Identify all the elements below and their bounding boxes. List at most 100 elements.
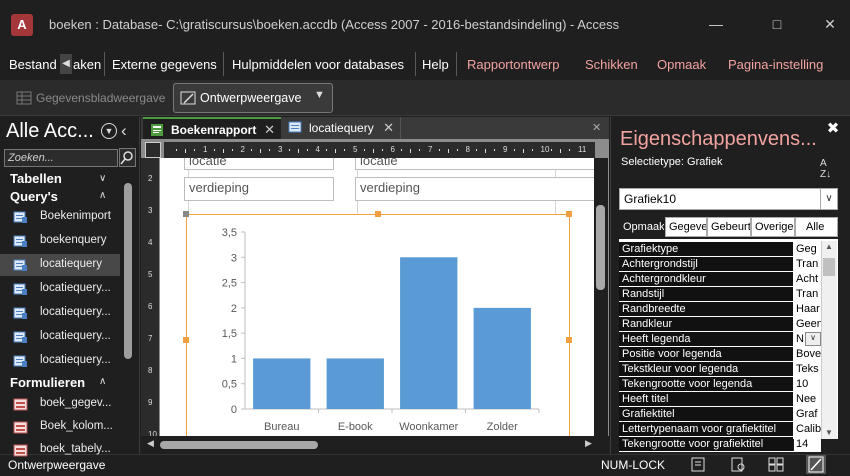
textbox-locatie[interactable]: locatie: [355, 158, 594, 170]
property-row[interactable]: Tekstkleur voor legenda Teks: [619, 362, 821, 377]
resize-handle[interactable]: [566, 337, 572, 343]
property-value[interactable]: Geen: [794, 317, 821, 331]
property-value[interactable]: Haar: [794, 302, 821, 316]
nav-item-query[interactable]: Boekenimport: [0, 206, 120, 228]
tab-rapportontwerp[interactable]: Rapportontwerp: [467, 57, 560, 72]
property-row[interactable]: Heeft titel Nee: [619, 392, 821, 407]
chevron-up-icon[interactable]: ∧: [99, 190, 106, 201]
report-view-icon[interactable]: [690, 457, 706, 472]
nav-pane-title[interactable]: Alle Acc...: [6, 120, 100, 143]
tab-hulpmiddelen[interactable]: Hulpmiddelen voor databases: [232, 57, 404, 72]
datasheet-view-button[interactable]: Gegevensbladweergave: [10, 85, 166, 111]
tab-schikken[interactable]: Schikken: [585, 57, 638, 72]
design-view-button[interactable]: Ontwerpweergave: [173, 83, 333, 113]
prop-tab-opmaak[interactable]: Opmaak: [619, 217, 665, 237]
property-value[interactable]: Teks: [794, 362, 821, 376]
property-value[interactable]: Graf: [794, 407, 821, 421]
property-row[interactable]: Achtergrondstijl Tran: [619, 257, 821, 272]
property-row[interactable]: Tekengrootte voor legenda 10: [619, 377, 821, 392]
nav-item-query[interactable]: locatiequery...: [0, 326, 120, 348]
minimize-icon[interactable]: —: [704, 14, 728, 34]
search-icon[interactable]: [119, 148, 136, 167]
doc-tab-locatiequery[interactable]: locatiequery ✕: [283, 117, 401, 139]
property-value[interactable]: Acht: [794, 272, 821, 286]
property-scroll-thumb[interactable]: [823, 258, 835, 276]
print-preview-icon[interactable]: [730, 457, 746, 472]
nav-item-form[interactable]: Boek_kolom...: [0, 416, 120, 438]
tab-opmaak[interactable]: Opmaak: [657, 57, 706, 72]
nav-item-form[interactable]: boek_gegev...: [0, 393, 120, 415]
nav-item-query[interactable]: locatiequery: [0, 254, 120, 276]
property-value[interactable]: Nee: [794, 392, 821, 406]
property-row[interactable]: Tekengrootte voor grafiektitel 14: [619, 437, 821, 452]
doc-hscroll-thumb[interactable]: [160, 441, 318, 449]
tab-scroll-left-icon[interactable]: ◀: [60, 54, 72, 74]
close-tab-icon[interactable]: ✕: [383, 117, 394, 139]
quick-access-dropdown-icon[interactable]: ▼: [314, 89, 325, 101]
nav-menu-chevron-icon[interactable]: ▼: [101, 123, 117, 139]
chevron-down-icon[interactable]: ∨: [820, 189, 837, 209]
label-locatie[interactable]: locatie: [184, 158, 334, 170]
property-value[interactable]: Calib: [794, 422, 821, 436]
doc-vertical-scrollbar[interactable]: [594, 158, 608, 436]
property-value[interactable]: Tran: [794, 287, 821, 301]
nav-collapse-icon[interactable]: ‹: [121, 121, 127, 141]
label-verdieping[interactable]: verdieping: [184, 177, 334, 201]
scroll-down-icon[interactable]: ▼: [825, 428, 833, 437]
close-window-icon[interactable]: ✕: [818, 14, 842, 34]
close-property-sheet-icon[interactable]: ✖: [825, 121, 841, 137]
prop-tab-gebeurtenis[interactable]: Gebeurt: [707, 217, 751, 237]
scroll-up-icon[interactable]: ▲: [825, 242, 833, 251]
nav-item-query[interactable]: boekenquery: [0, 230, 120, 252]
maximize-icon[interactable]: □: [765, 14, 789, 34]
resize-handle[interactable]: [183, 337, 189, 343]
tab-maken[interactable]: aken: [73, 57, 101, 72]
tab-pagina-instelling[interactable]: Pagina-instelling: [728, 57, 823, 72]
chart-grafiek10[interactable]: 0 0,5 1 1,5 2 2,5 3 3,5 Bureau E-book Woonkamer Zol…: [186, 214, 570, 439]
tab-bestand[interactable]: Bestand: [9, 57, 57, 72]
property-row[interactable]: Achtergrondkleur Acht: [619, 272, 821, 287]
nav-group-queries[interactable]: Query's: [10, 189, 58, 204]
property-row[interactable]: Randstijl Tran: [619, 287, 821, 302]
property-value[interactable]: Tran: [794, 257, 821, 271]
layout-view-icon[interactable]: [768, 457, 784, 472]
resize-handle[interactable]: [566, 211, 572, 217]
doc-vscroll-thumb[interactable]: [596, 205, 605, 290]
property-row[interactable]: Grafiektype Geg: [619, 242, 821, 257]
tab-help[interactable]: Help: [422, 57, 449, 72]
nav-search-input[interactable]: Zoeken...: [4, 149, 118, 167]
nav-item-query[interactable]: locatiequery...: [0, 350, 120, 372]
property-value[interactable]: Bove: [794, 347, 821, 361]
prop-tab-alle[interactable]: Alle: [795, 217, 838, 237]
resize-handle[interactable]: [375, 211, 381, 217]
object-selector[interactable]: Grafiek10: [619, 188, 838, 210]
property-row[interactable]: Randkleur Geen: [619, 317, 821, 332]
nav-item-query[interactable]: locatiequery...: [0, 278, 120, 300]
chevron-down-icon[interactable]: ∨: [99, 173, 106, 184]
property-row[interactable]: Positie voor legenda Bove: [619, 347, 821, 362]
prop-tab-overige[interactable]: Overige: [751, 217, 795, 237]
chevron-down-icon[interactable]: ∨: [805, 332, 821, 346]
nav-item-query[interactable]: locatiequery...: [0, 302, 120, 324]
property-row[interactable]: Lettertypenaam voor grafiektitel Calib: [619, 422, 821, 437]
report-selector[interactable]: [145, 142, 161, 158]
prop-tab-gegevens[interactable]: Gegever: [665, 217, 707, 237]
nav-group-formulieren[interactable]: Formulieren: [10, 375, 85, 390]
property-value[interactable]: Geg: [794, 242, 821, 256]
doc-tab-boekenrapport[interactable]: Boekenrapport ✕: [143, 117, 281, 139]
nav-item-form[interactable]: boek_tabely...: [0, 439, 120, 461]
chevron-up-icon[interactable]: ∧: [99, 376, 106, 387]
property-row[interactable]: Randbreedte Haar: [619, 302, 821, 317]
nav-scroll-thumb[interactable]: [124, 183, 132, 359]
scroll-left-icon[interactable]: ◀: [147, 438, 154, 449]
design-view-status-icon[interactable]: [806, 455, 826, 474]
close-tab-icon[interactable]: ✕: [264, 119, 275, 141]
property-row[interactable]: Heeft legenda N ∨: [619, 332, 821, 347]
move-handle[interactable]: [183, 211, 189, 217]
property-value[interactable]: 10: [794, 377, 821, 391]
tab-externe-gegevens[interactable]: Externe gegevens: [112, 57, 217, 72]
property-row[interactable]: Grafiektitel Graf: [619, 407, 821, 422]
nav-group-tabellen[interactable]: Tabellen: [10, 171, 62, 186]
access-app-icon[interactable]: A: [11, 14, 33, 36]
scroll-right-icon[interactable]: ▶: [585, 438, 592, 449]
